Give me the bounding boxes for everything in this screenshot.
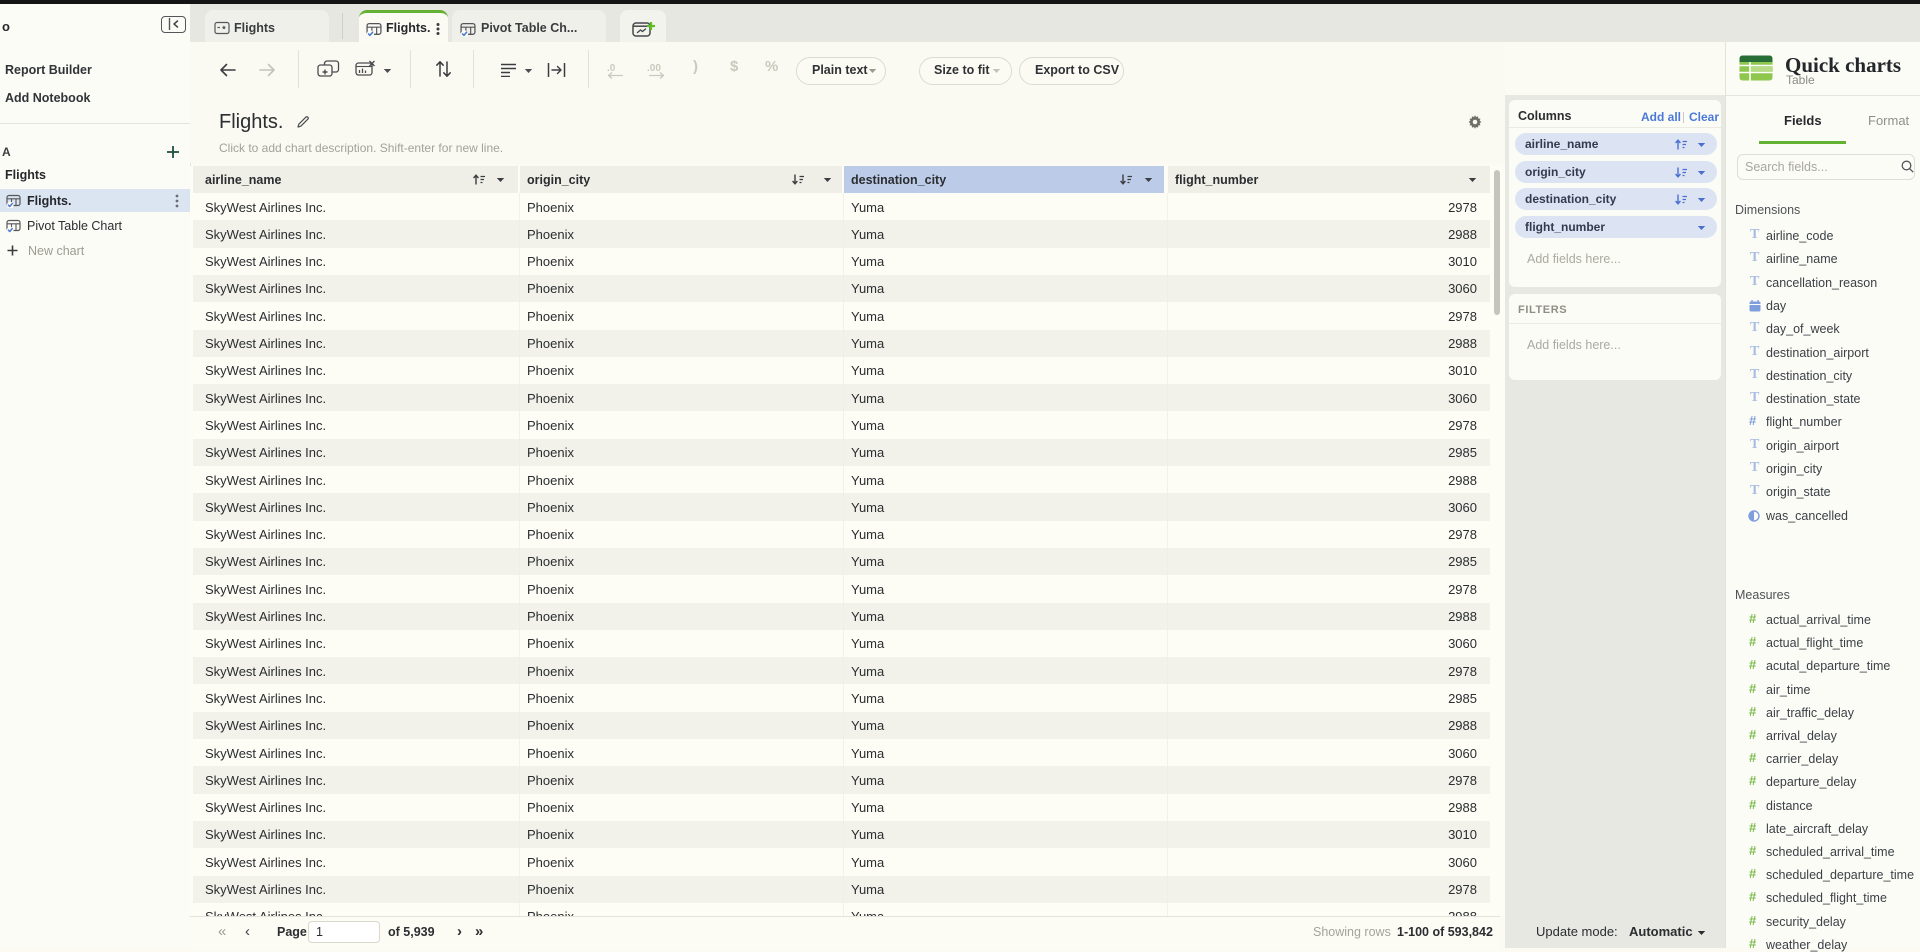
svg-text:.00: .00 [647,63,661,74]
